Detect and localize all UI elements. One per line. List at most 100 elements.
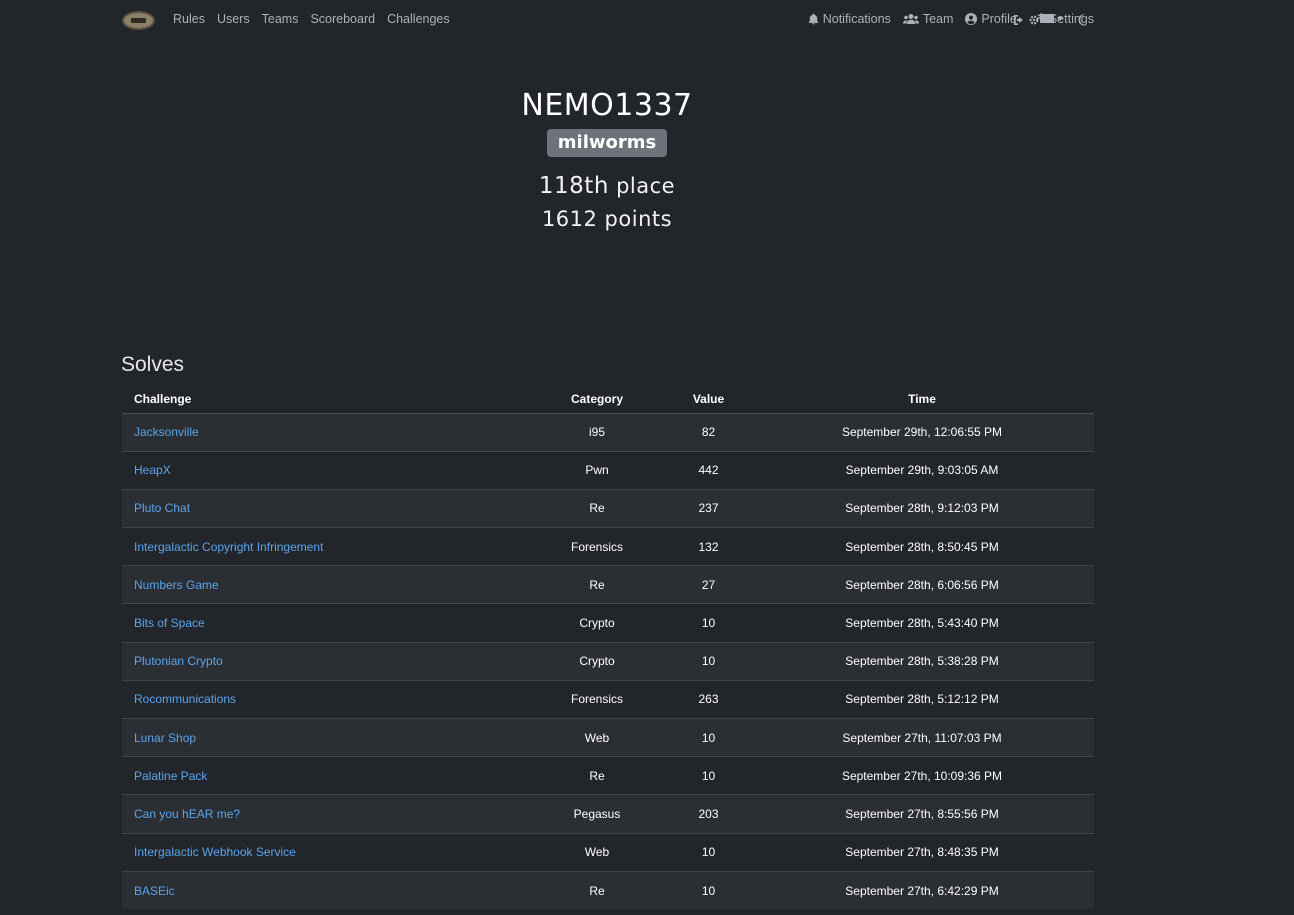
cell-category: i95: [527, 412, 667, 452]
cell-challenge: Lunar Shop: [122, 717, 527, 757]
cell-category: Forensics: [527, 527, 667, 566]
cell-value: 10: [667, 641, 750, 681]
nav-challenges[interactable]: Challenges: [387, 12, 450, 26]
cell-value: 10: [667, 603, 750, 643]
user-points: 1612 points: [541, 207, 673, 231]
challenge-link[interactable]: BASEic: [134, 884, 175, 898]
users-icon: [902, 13, 919, 25]
cell-value: 10: [667, 756, 750, 795]
nav-left: Rules Users Teams Scoreboard Challenges: [173, 12, 450, 26]
nav-profile[interactable]: Profile: [965, 12, 1017, 26]
challenge-link[interactable]: Intergalactic Webhook Service: [134, 845, 296, 859]
place-number: 118th: [538, 173, 609, 199]
challenge-link[interactable]: Plutonian Crypto: [134, 654, 223, 668]
cell-value: 442: [667, 450, 750, 490]
cell-challenge: Numbers Game: [122, 565, 527, 604]
challenge-link[interactable]: HeapX: [134, 463, 171, 477]
challenge-link[interactable]: Pluto Chat: [134, 501, 190, 515]
challenge-link[interactable]: Intergalactic Copyright Infringement: [134, 540, 323, 554]
challenge-link[interactable]: Numbers Game: [134, 578, 219, 592]
cell-challenge: Can you hEAR me?: [122, 794, 527, 834]
place-label: place: [616, 174, 676, 198]
nav-profile-label: Profile: [981, 12, 1017, 26]
cell-category: Web: [527, 717, 667, 757]
cell-value: 263: [667, 679, 750, 719]
nav-teams[interactable]: Teams: [262, 12, 299, 26]
cell-value: 10: [667, 832, 750, 872]
profile-header: NEMO1337 milworms 118th place 1612 point…: [0, 88, 1214, 231]
language-icon: [1040, 14, 1054, 23]
cell-challenge: HeapX: [122, 450, 527, 490]
cell-category: Re: [527, 488, 667, 528]
cell-category: Re: [527, 756, 667, 795]
challenge-link[interactable]: Jacksonville: [134, 425, 199, 439]
table-row: Bits of Space Crypto 10 September 28th, 5:4…: [122, 603, 1094, 643]
nav-team-label: Team: [922, 12, 954, 26]
team-badge[interactable]: milworms: [546, 129, 668, 157]
user-place: 118th place: [0, 173, 1214, 199]
table-row: BASEic Re 10 September 27th, 6:42:29 PM: [122, 870, 1094, 910]
cell-challenge: Pluto Chat: [122, 488, 527, 528]
cell-time: September 29th, 9:03:05 AM: [750, 450, 1094, 490]
column-header-time[interactable]: Time: [750, 386, 1094, 414]
table-row: Plutonian Crypto Crypto 10 September 28th, …: [122, 641, 1094, 681]
nav-users[interactable]: Users: [217, 12, 250, 26]
cell-time: September 27th, 11:07:03 PM: [750, 717, 1094, 757]
table-row: Numbers Game Re 27 September 28th, 6:06:56 …: [122, 565, 1094, 604]
cell-challenge: Bits of Space: [122, 603, 527, 643]
challenge-link[interactable]: Bits of Space: [134, 616, 205, 630]
cell-challenge: Intergalactic Copyright Infringement: [122, 527, 527, 566]
cell-category: Crypto: [527, 641, 667, 681]
language-dropdown[interactable]: [1040, 14, 1063, 23]
table-row: HeapX Pwn 442 September 29th, 9:03:05 AM: [122, 450, 1094, 490]
nav-team[interactable]: Team: [902, 12, 954, 26]
logout-button[interactable]: [1013, 13, 1025, 31]
cell-value: 10: [667, 717, 750, 757]
bell-icon: [808, 13, 819, 25]
nav-scoreboard[interactable]: Scoreboard: [310, 12, 375, 26]
table-row: Pluto Chat Re 237 September 28th, 9:12:03 P…: [122, 488, 1094, 528]
cell-time: September 28th, 8:50:45 PM: [750, 527, 1094, 566]
cell-time: September 28th, 5:38:28 PM: [750, 641, 1094, 681]
cell-value: 82: [667, 412, 750, 452]
column-header-category[interactable]: Category: [527, 386, 667, 414]
moon-icon: [1078, 14, 1088, 26]
theme-toggle[interactable]: [1078, 13, 1088, 31]
table-header-row: Challenge Category Value Time: [122, 386, 1094, 414]
table-row: Lunar Shop Web 10 September 27th, 11:07:03 …: [122, 717, 1094, 757]
column-header-value[interactable]: Value: [667, 386, 750, 414]
cell-value: 237: [667, 488, 750, 528]
table-row: Rocommunications Forensics 263 September 28…: [122, 679, 1094, 719]
table-row: Can you hEAR me? Pegasus 203 September 27th…: [122, 794, 1094, 834]
cell-challenge: Plutonian Crypto: [122, 641, 527, 681]
table-row: Palatine Pack Re 10 September 27th, 10:09:3…: [122, 756, 1094, 795]
cell-time: September 28th, 5:12:12 PM: [750, 679, 1094, 719]
cell-time: September 27th, 10:09:36 PM: [750, 756, 1094, 795]
solves-body: Jacksonville i95 82 September 29th, 12:06:5…: [122, 412, 1094, 910]
cell-time: September 28th, 5:43:40 PM: [750, 603, 1094, 643]
challenge-link[interactable]: Rocommunications: [134, 692, 236, 706]
cell-category: Crypto: [527, 603, 667, 643]
column-header-challenge[interactable]: Challenge: [122, 386, 527, 414]
cell-value: 10: [667, 870, 750, 910]
challenge-link[interactable]: Can you hEAR me?: [134, 807, 240, 821]
nav-notifications[interactable]: Notifications: [808, 12, 891, 26]
challenge-link[interactable]: Palatine Pack: [134, 769, 207, 783]
cell-value: 27: [667, 565, 750, 604]
nav-rules[interactable]: Rules: [173, 12, 205, 26]
cell-category: Pwn: [527, 450, 667, 490]
cell-time: September 27th, 8:48:35 PM: [750, 832, 1094, 872]
cell-value: 203: [667, 794, 750, 834]
logout-icon: [1013, 14, 1025, 26]
nav-notifications-label: Notifications: [822, 12, 891, 26]
cell-challenge: Rocommunications: [122, 679, 527, 719]
cell-value: 132: [667, 527, 750, 566]
challenge-link[interactable]: Lunar Shop: [134, 731, 196, 745]
cell-category: Re: [527, 870, 667, 910]
cell-time: September 29th, 12:06:55 PM: [750, 412, 1094, 452]
site-logo[interactable]: [122, 11, 155, 30]
cell-category: Re: [527, 565, 667, 604]
user-circle-icon: [965, 13, 978, 25]
cell-time: September 27th, 8:55:56 PM: [750, 794, 1094, 834]
cell-time: September 27th, 6:42:29 PM: [750, 870, 1094, 910]
